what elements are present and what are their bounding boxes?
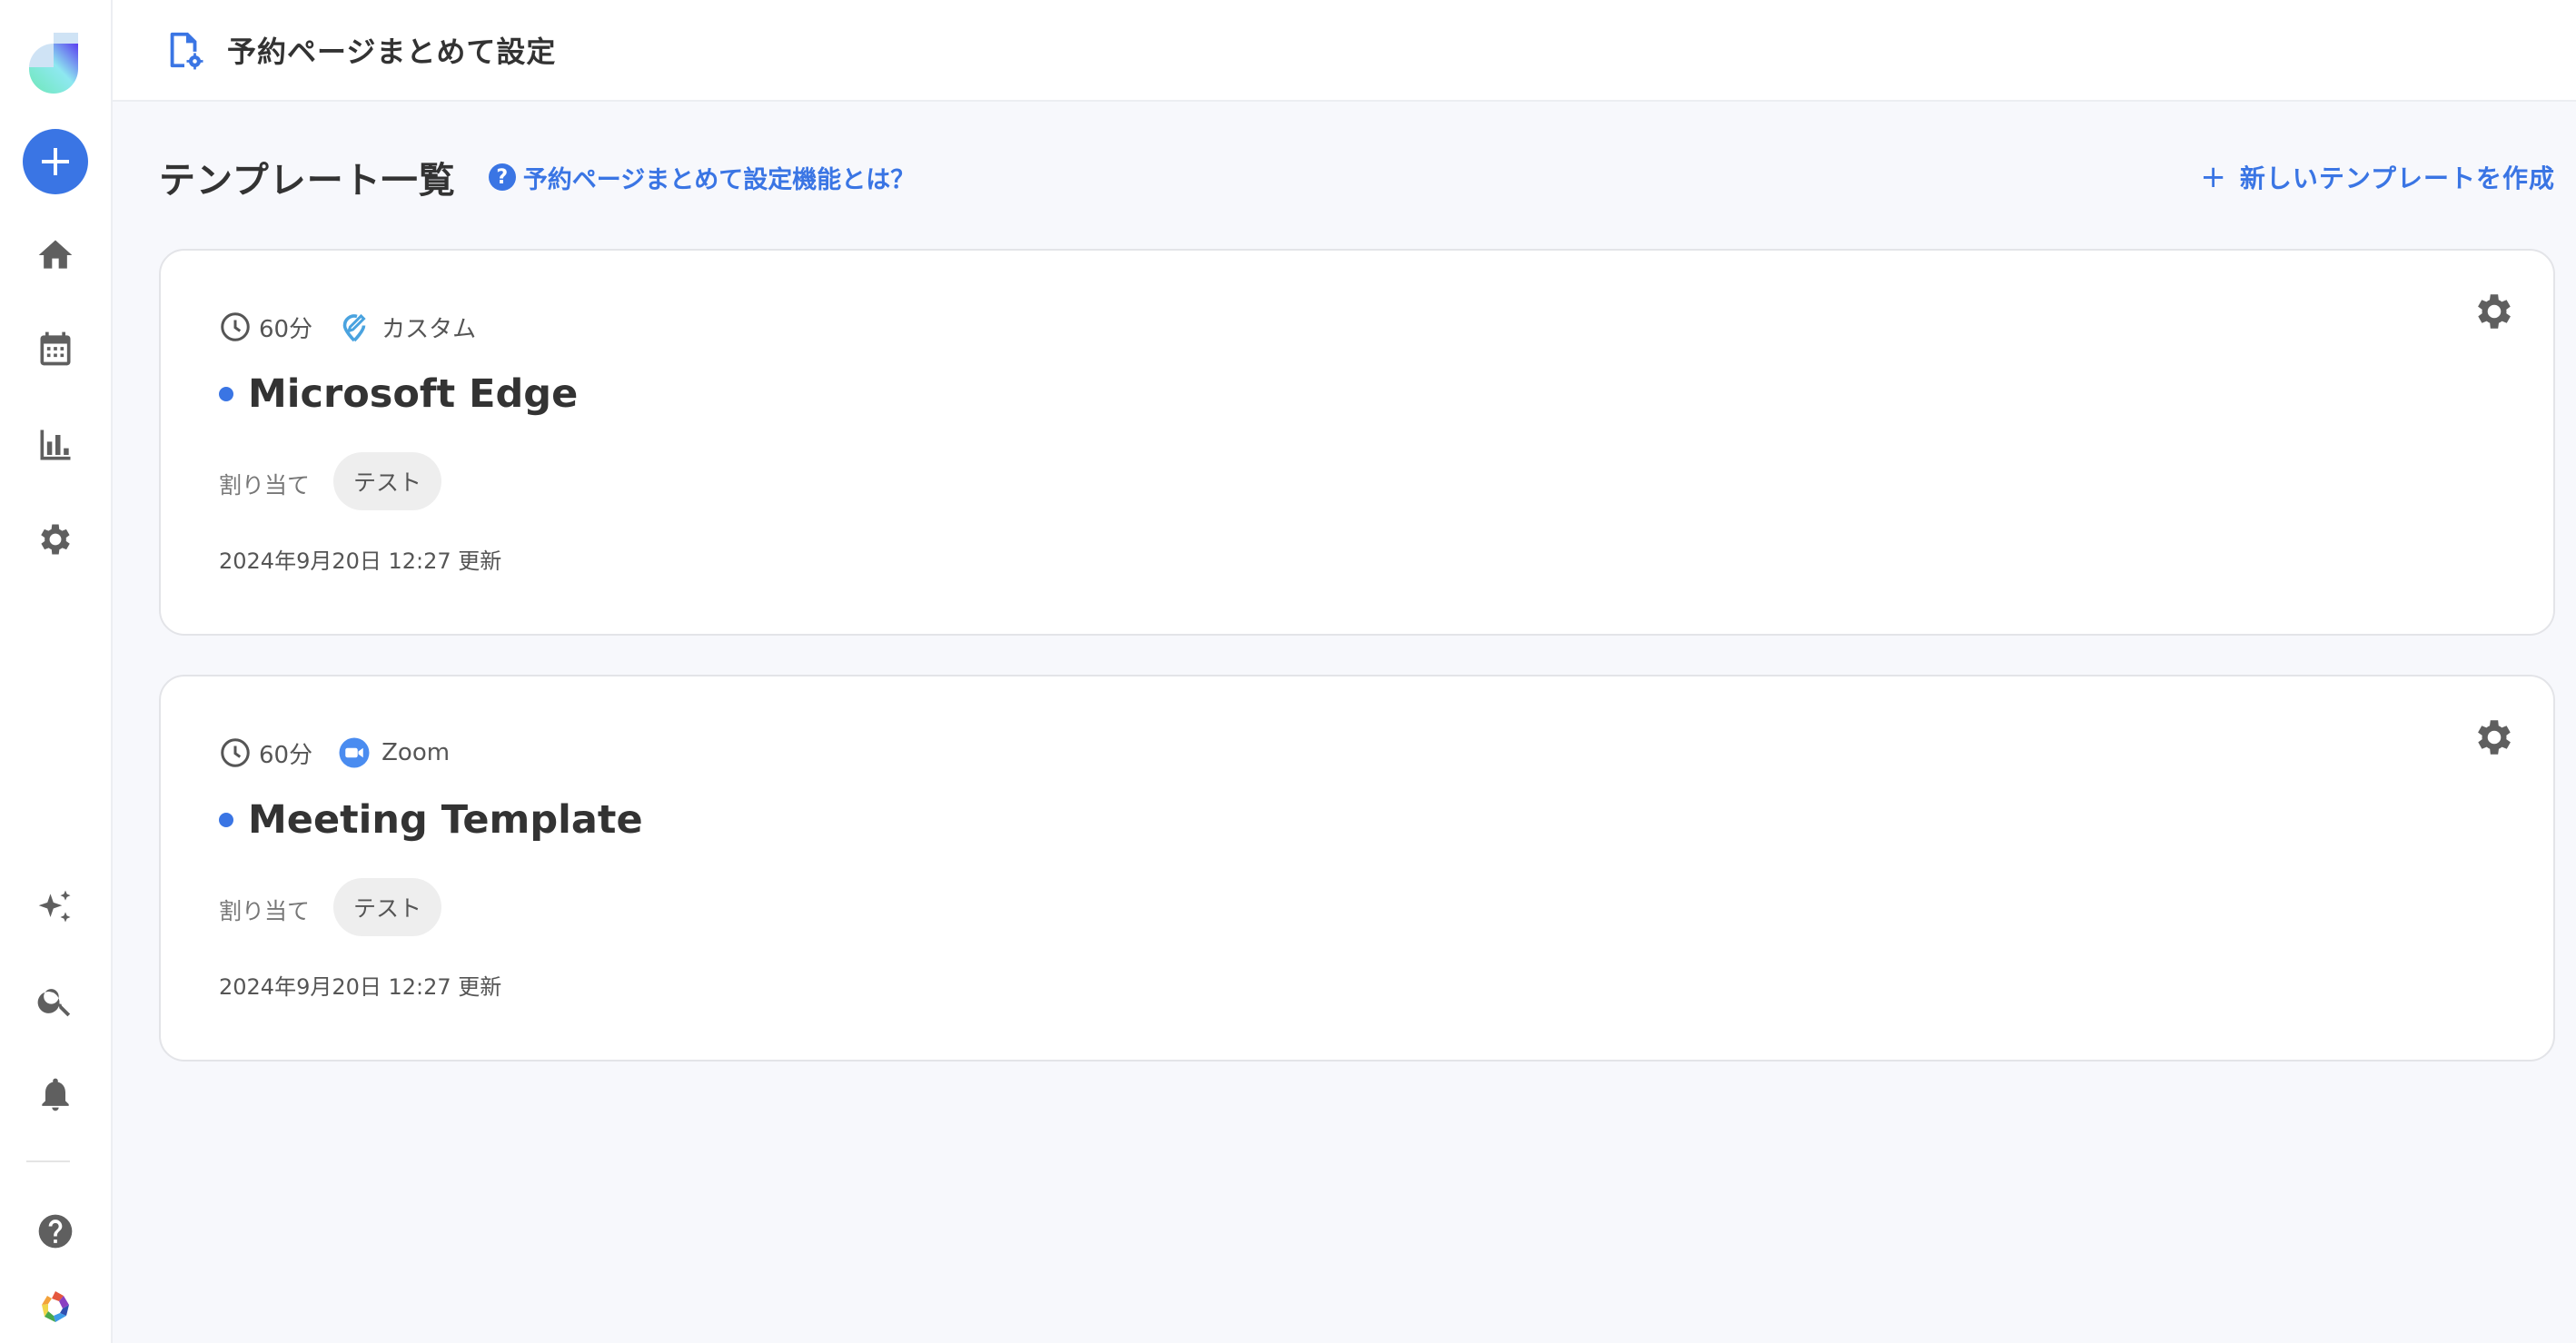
plus-icon: +	[2200, 159, 2227, 195]
template-title: Meeting Template	[219, 793, 643, 847]
home-icon	[38, 240, 73, 269]
sidebar-item-settings[interactable]	[34, 518, 77, 561]
sidebar-item-calendar[interactable]	[34, 327, 77, 370]
sidebar	[0, 0, 113, 1343]
duration: 60分	[259, 315, 313, 343]
template-name[interactable]: Meeting Template	[248, 797, 643, 843]
plus-icon	[42, 148, 69, 175]
app-switcher-icon	[42, 1291, 69, 1322]
section-header: テンプレート一覧 ? 予約ページまとめて設定機能とは？ + 新しいテンプレートを…	[159, 145, 2555, 209]
template-card[interactable]: 60分 カスタム Microsoft Edge 割り当て テスト 2024年9月…	[159, 249, 2555, 636]
help-icon	[38, 1214, 73, 1249]
custom-location-icon	[342, 313, 366, 342]
section-title: テンプレート一覧	[159, 160, 456, 202]
clock-icon	[221, 312, 250, 341]
calendar-icon	[40, 331, 71, 366]
create-template-label: 新しいテンプレートを作成	[2239, 163, 2555, 193]
app-logo[interactable]	[29, 33, 82, 94]
help-link[interactable]: ? 予約ページまとめて設定機能とは？	[488, 160, 916, 195]
assign-label: 割り当て	[219, 472, 311, 499]
help-link-label: 予約ページまとめて設定機能とは？	[522, 165, 916, 194]
assignment-row: 割り当て テスト	[219, 878, 442, 936]
updated-timestamp: 2024年9月20日 12:27 更新	[219, 548, 502, 574]
gear-icon	[41, 524, 70, 555]
file-settings-icon	[170, 32, 203, 70]
bar-chart-icon	[40, 430, 71, 460]
question-icon: ?	[488, 163, 516, 191]
create-button[interactable]	[23, 129, 88, 194]
updated-timestamp: 2024年9月20日 12:27 更新	[219, 974, 502, 1000]
location-type: Zoom	[381, 739, 451, 766]
status-dot	[219, 813, 233, 827]
create-template-button[interactable]: + 新しいテンプレートを作成	[2200, 159, 2555, 195]
clock-icon	[221, 738, 250, 767]
sidebar-item-help[interactable]	[34, 1210, 77, 1253]
sidebar-item-ai[interactable]	[34, 885, 77, 929]
template-settings-button[interactable]	[2472, 715, 2517, 760]
template-name[interactable]: Microsoft Edge	[248, 371, 578, 417]
zoom-icon	[339, 737, 370, 768]
search-icon	[37, 989, 71, 1017]
sidebar-divider	[26, 1160, 70, 1162]
template-meta: 60分 Zoom	[219, 735, 450, 771]
assignee-chip: テスト	[333, 452, 442, 510]
template-settings-button[interactable]	[2472, 289, 2517, 334]
assignee-chip: テスト	[333, 878, 442, 936]
template-title: Microsoft Edge	[219, 367, 578, 421]
sidebar-item-search[interactable]	[34, 979, 77, 1022]
template-card[interactable]: 60分 Zoom Meeting Template 割り当て テスト 2024年…	[159, 675, 2555, 1062]
location-type: カスタム	[381, 315, 477, 343]
sidebar-item-home[interactable]	[34, 233, 77, 277]
page-header: 予約ページまとめて設定	[113, 0, 2576, 102]
template-meta: 60分 カスタム	[219, 309, 476, 345]
sidebar-item-apps[interactable]	[34, 1285, 77, 1328]
duration: 60分	[259, 741, 313, 769]
sidebar-item-notifications[interactable]	[34, 1072, 77, 1116]
status-dot	[219, 387, 233, 401]
gear-icon	[2478, 294, 2511, 329]
assignment-row: 割り当て テスト	[219, 452, 442, 510]
gear-icon	[2478, 720, 2511, 755]
page-title: 予約ページまとめて設定	[227, 35, 557, 69]
bell-icon	[42, 1078, 69, 1111]
assign-label: 割り当て	[219, 898, 311, 924]
sidebar-item-analytics[interactable]	[34, 423, 77, 467]
sparkles-icon	[38, 890, 71, 923]
